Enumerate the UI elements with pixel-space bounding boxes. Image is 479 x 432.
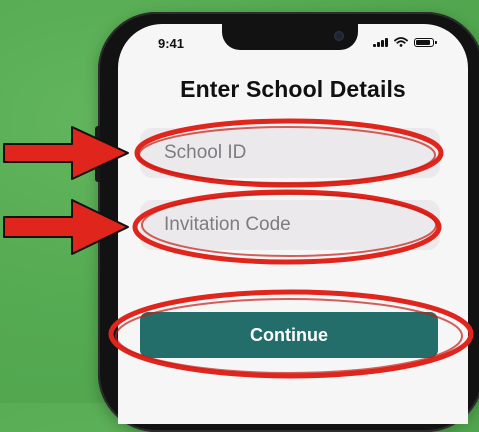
- status-time: 9:41: [158, 36, 185, 51]
- school-id-input[interactable]: [140, 128, 440, 178]
- continue-button[interactable]: Continue: [140, 312, 438, 358]
- wifi-icon: [394, 37, 408, 47]
- battery-icon: [414, 37, 437, 47]
- status-icons: [373, 37, 437, 47]
- phone-notch: [222, 24, 358, 50]
- phone-side-button: [95, 126, 100, 182]
- invitation-code-input[interactable]: [140, 200, 440, 250]
- front-camera-icon: [334, 31, 344, 41]
- phone-screen: 9:41 Enter School Details Continue: [118, 24, 468, 424]
- page-title: Enter School Details: [180, 76, 406, 102]
- signal-icon: [373, 37, 388, 47]
